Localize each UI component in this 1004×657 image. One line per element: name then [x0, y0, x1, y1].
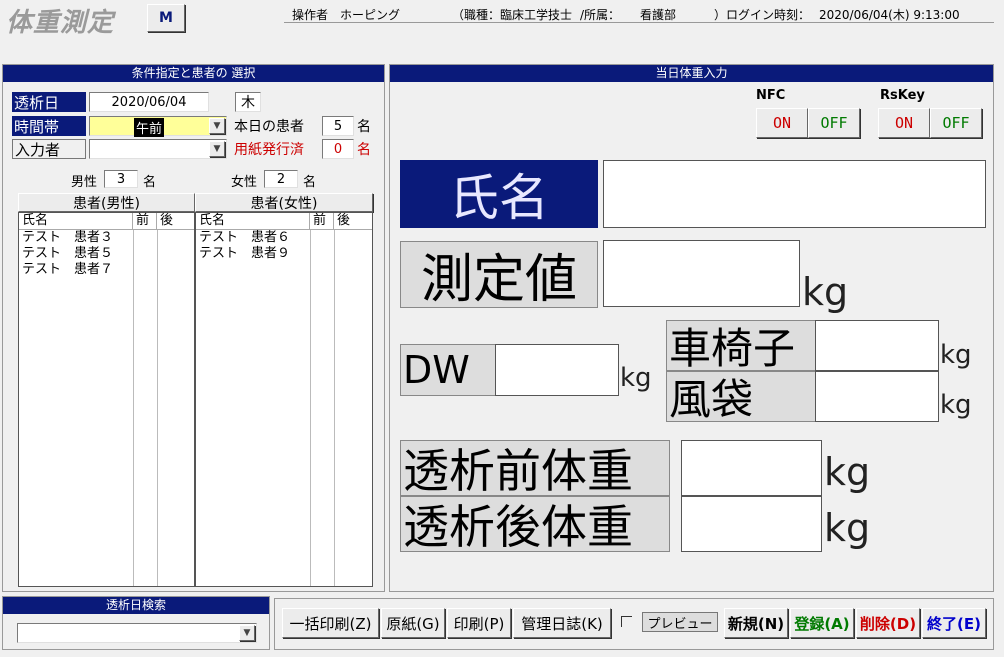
dept-value: 看護部	[640, 8, 677, 22]
login-time: 2020/06/04(木) 9:13:00	[819, 8, 960, 22]
inputter-select[interactable]: ▼	[89, 139, 227, 159]
exit-button[interactable]: 終了(E)	[922, 608, 986, 638]
patient-row[interactable]: テスト 患者７	[19, 262, 194, 278]
date-search-panel: 透析日検索 ▼	[2, 596, 270, 650]
pre-dialysis-weight-label: 透析前体重	[400, 440, 670, 498]
dw-field[interactable]	[495, 344, 619, 396]
date-search-select[interactable]: ▼	[17, 623, 257, 643]
operator-name: ホーピング	[340, 8, 401, 22]
female-count-label: 女性	[231, 175, 258, 190]
male-count-label: 男性	[71, 175, 98, 190]
inputter-label: 入力者	[12, 139, 86, 159]
header-divider	[284, 22, 994, 23]
today-patients-count: 5	[322, 116, 354, 136]
measured-value-label: 測定値	[400, 241, 598, 310]
rskey-on-button[interactable]: ON	[878, 108, 930, 138]
management-log-button[interactable]: 管理日誌(K)	[513, 608, 611, 638]
job-label: （職種：	[452, 8, 501, 22]
tare-field[interactable]	[815, 371, 939, 422]
column-header-pre: 前	[310, 213, 334, 229]
name-field[interactable]	[603, 160, 986, 228]
column-header-name: 氏名	[19, 213, 133, 229]
weight-input-title: 当日体重入力	[390, 65, 993, 82]
column-header-pre: 前	[133, 213, 157, 229]
dw-unit: kg	[620, 363, 652, 393]
patient-selection-panel: 条件指定と患者の 選択 透析日 2020/06/04 木 時間帯 午前 ▼ 本日…	[2, 64, 385, 592]
nfc-on-button[interactable]: ON	[756, 108, 808, 138]
nfc-off-button[interactable]: OFF	[808, 108, 860, 138]
today-patients-unit: 名	[357, 119, 371, 135]
column-header-name: 氏名	[196, 213, 310, 229]
chevron-down-icon[interactable]: ▼	[209, 141, 225, 157]
delete-button[interactable]: 削除(D)	[856, 608, 920, 638]
female-count-unit: 名	[303, 175, 317, 190]
dept-label: /所属：	[580, 8, 621, 22]
rskey-label: RsKey	[880, 88, 925, 103]
nfc-label: NFC	[756, 88, 786, 103]
time-slot-label: 時間帯	[12, 116, 86, 136]
measured-value-unit: kg	[802, 270, 849, 314]
male-patient-list[interactable]: 患者(男性) 氏名 前 後 テスト 患者３ テスト 患者５ テスト 患者７	[18, 193, 195, 587]
weekday-field: 木	[235, 92, 261, 112]
weight-input-panel: 当日体重入力 NFC ON OFF RsKey ON OFF 氏名 測定値 kg…	[389, 64, 994, 592]
chevron-down-icon[interactable]: ▼	[239, 625, 255, 641]
dw-label: DW	[400, 344, 496, 396]
preview-checkbox[interactable]	[621, 616, 632, 627]
time-slot-value: 午前	[134, 118, 165, 137]
dialysis-date-field[interactable]: 2020/06/04	[89, 92, 209, 112]
female-patient-list[interactable]: 患者(女性) 氏名 前 後 テスト 患者６ テスト 患者９	[195, 193, 373, 587]
wheelchair-field[interactable]	[815, 320, 939, 371]
column-header-post: 後	[160, 213, 174, 228]
bulk-print-button[interactable]: 一括印刷(Z)	[282, 608, 379, 638]
app-title: 体重測定	[6, 8, 115, 38]
print-button[interactable]: 印刷(P)	[447, 608, 511, 638]
pre-dialysis-weight-unit: kg	[824, 450, 871, 494]
measured-value-field[interactable]	[603, 240, 800, 307]
login-label: ）ログイン時刻：	[714, 8, 811, 22]
rskey-off-button[interactable]: OFF	[930, 108, 982, 138]
wheelchair-label: 車椅子	[666, 320, 816, 373]
name-label: 氏名	[400, 160, 598, 228]
female-list-title: 患者(女性)	[195, 193, 373, 212]
chevron-down-icon[interactable]: ▼	[209, 118, 225, 134]
register-button[interactable]: 登録(A)	[790, 608, 854, 638]
m-button[interactable]: M	[147, 4, 185, 32]
female-count-field: 2	[264, 170, 298, 188]
patient-row[interactable]: テスト 患者３	[19, 230, 194, 246]
post-dialysis-weight-field[interactable]	[681, 496, 822, 552]
time-slot-select[interactable]: 午前 ▼	[89, 116, 227, 137]
tare-label: 風袋	[666, 371, 816, 424]
date-search-title: 透析日検索	[3, 597, 269, 614]
post-dialysis-weight-unit: kg	[824, 506, 871, 550]
pre-dialysis-weight-field[interactable]	[681, 440, 822, 496]
job-value: 臨床工学技士	[500, 8, 573, 22]
male-count-field: 3	[104, 170, 138, 188]
printed-count: 0	[322, 139, 354, 159]
printed-label: 用紙発行済	[234, 142, 304, 158]
tare-unit: kg	[940, 390, 972, 420]
wheelchair-unit: kg	[940, 340, 972, 370]
original-button[interactable]: 原紙(G)	[381, 608, 445, 638]
patient-selection-title: 条件指定と患者の 選択	[3, 65, 384, 82]
preview-label[interactable]: プレビュー	[642, 612, 718, 632]
printed-unit: 名	[357, 142, 371, 158]
male-list-title: 患者(男性)	[18, 193, 195, 212]
patient-row[interactable]: テスト 患者５	[19, 246, 194, 262]
dialysis-date-label: 透析日	[12, 92, 86, 112]
patient-row[interactable]: テスト 患者９	[196, 246, 372, 262]
today-patients-label: 本日の患者	[234, 119, 304, 135]
operator-label: 操作者	[292, 8, 329, 22]
new-button[interactable]: 新規(N)	[724, 608, 788, 638]
male-count-unit: 名	[143, 175, 157, 190]
column-header-post: 後	[337, 213, 351, 228]
patient-row[interactable]: テスト 患者６	[196, 230, 372, 246]
post-dialysis-weight-label: 透析後体重	[400, 496, 670, 554]
